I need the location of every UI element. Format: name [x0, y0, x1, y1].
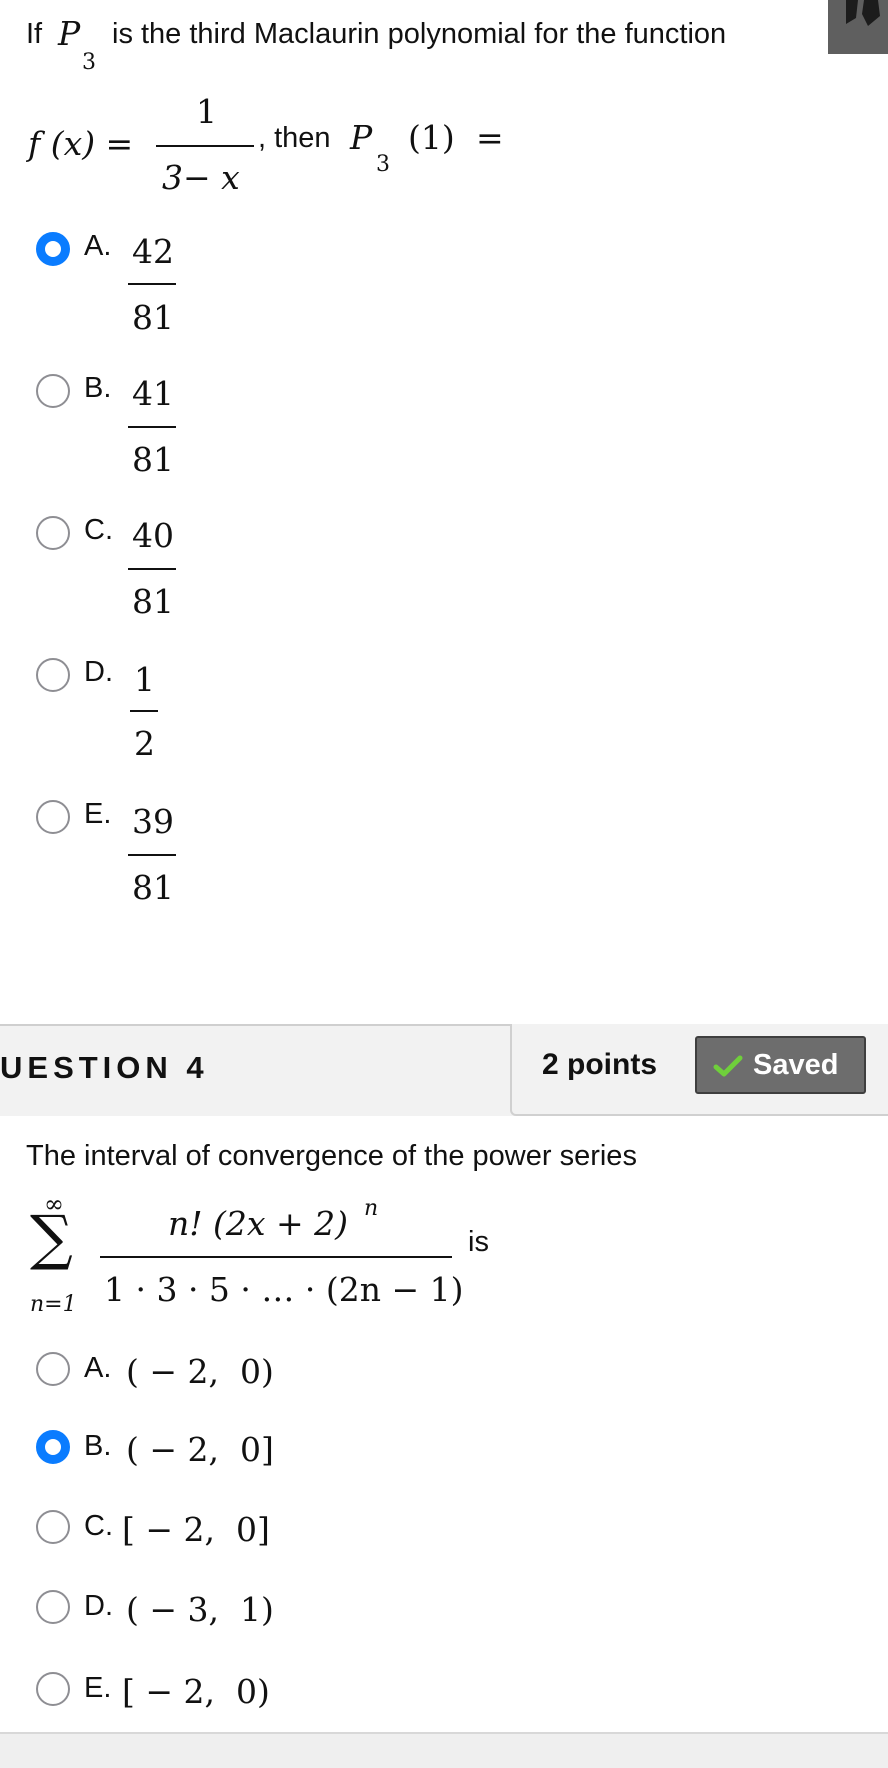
q4-option-d-label: D. [84, 1590, 113, 1622]
q4-option-d-value: ( − 3, 1) [126, 1590, 274, 1629]
q3-option-b-fraction-bar [128, 426, 176, 428]
q4-option-a-value: ( − 2, 0) [126, 1352, 274, 1391]
q3-p-eval-symbol: P [350, 118, 373, 157]
q3-p-eval-arg: (1) [408, 118, 455, 157]
q4-option-c-label: C. [84, 1510, 113, 1542]
top-right-image-fragment [828, 0, 888, 54]
bottom-divider-bar [0, 1732, 888, 1768]
check-icon [713, 1055, 743, 1077]
q3-option-e-fraction-bar [128, 854, 176, 856]
q4-prompt: The interval of convergence of the power… [26, 1140, 637, 1172]
q3-function-fraction-bar [156, 145, 254, 147]
q3-p-subscript: 3 [82, 50, 96, 75]
q3-p-eval-subscript: 3 [376, 152, 390, 177]
q3-option-a[interactable]: A. 42 81 [0, 220, 400, 340]
q3-text-rest: is the third Maclaurin polynomial for th… [112, 18, 727, 50]
q3-option-a-numerator: 42 [132, 232, 174, 271]
q4-option-d[interactable]: D. ( − 3, 1) [0, 1590, 400, 1640]
q4-option-a-radio[interactable] [36, 1352, 70, 1386]
q3-function-lhs: f (x) = [28, 124, 134, 163]
q3-option-c-fraction-bar [128, 568, 176, 570]
q3-option-a-label: A. [84, 230, 112, 262]
q3-function-numerator: 1 [196, 92, 217, 131]
q4-option-c-value: [ − 2, 0] [122, 1510, 270, 1549]
q3-option-c-radio[interactable] [36, 516, 70, 550]
q3-option-a-fraction-bar [128, 283, 176, 285]
q3-option-c-label: C. [84, 514, 113, 546]
q3-option-e-label: E. [84, 798, 112, 830]
saved-button[interactable]: Saved [695, 1036, 866, 1094]
q4-series-exponent: n [364, 1196, 379, 1221]
q3-option-c-numerator: 40 [132, 516, 174, 555]
q3-option-d-denominator: 2 [134, 724, 155, 763]
q3-option-d[interactable]: D. 1 2 [0, 646, 400, 766]
figure-silhouette-icon [828, 0, 888, 54]
q3-option-d-radio[interactable] [36, 658, 70, 692]
q4-option-d-radio[interactable] [36, 1590, 70, 1624]
q3-function-denominator: 3− x [162, 158, 240, 197]
q4-series-numerator: n! (2x + 2) [168, 1204, 348, 1243]
q3-text-then: , then [258, 122, 331, 154]
q4-option-b-value: ( − 2, 0] [126, 1430, 274, 1469]
q4-option-e-value: [ − 2, 0) [122, 1672, 270, 1711]
q3-option-e[interactable]: E. 39 81 [0, 788, 400, 908]
q4-option-e[interactable]: E. [ − 2, 0) [0, 1672, 400, 1722]
q3-p-symbol: P [58, 14, 81, 53]
q3-option-b-numerator: 41 [132, 374, 174, 413]
q3-option-b[interactable]: B. 41 81 [0, 362, 400, 482]
q4-sum-symbol: ∑ [30, 1203, 73, 1273]
q4-option-c[interactable]: C. [ − 2, 0] [0, 1510, 400, 1560]
q3-text-if: If [26, 18, 43, 50]
question-title: UESTION 4 [0, 1050, 209, 1085]
q3-option-d-fraction-bar [130, 710, 158, 712]
q4-suffix: is [468, 1226, 489, 1258]
q3-option-a-radio[interactable] [36, 232, 70, 266]
q4-option-e-radio[interactable] [36, 1672, 70, 1706]
q4-series-denominator: 1 · 3 · 5 · … · (2n − 1) [104, 1270, 464, 1309]
q4-option-a-label: A. [84, 1352, 112, 1384]
q4-option-c-radio[interactable] [36, 1510, 70, 1544]
q3-option-e-numerator: 39 [132, 802, 174, 841]
q3-option-e-radio[interactable] [36, 800, 70, 834]
q3-option-e-denominator: 81 [132, 868, 174, 907]
q3-option-d-label: D. [84, 656, 113, 688]
q3-option-c[interactable]: C. 40 81 [0, 504, 400, 624]
q3-option-b-denominator: 81 [132, 440, 174, 479]
saved-label: Saved [753, 1049, 839, 1081]
q3-option-d-numerator: 1 [134, 660, 155, 699]
q4-option-b[interactable]: B. ( − 2, 0] [0, 1430, 400, 1480]
q4-option-e-label: E. [84, 1672, 112, 1704]
q4-option-a[interactable]: A. ( − 2, 0) [0, 1352, 400, 1402]
points-label: 2 points [542, 1048, 658, 1081]
q3-option-b-radio[interactable] [36, 374, 70, 408]
q4-option-b-radio[interactable] [36, 1430, 70, 1464]
q3-option-b-label: B. [84, 372, 112, 404]
q3-equals: = [476, 118, 504, 157]
q4-series-fraction-bar [100, 1256, 452, 1258]
q4-sum-lower: n=1 [30, 1292, 77, 1317]
q3-option-a-denominator: 81 [132, 298, 174, 337]
q3-option-c-denominator: 81 [132, 582, 174, 621]
q4-option-b-label: B. [84, 1430, 112, 1462]
